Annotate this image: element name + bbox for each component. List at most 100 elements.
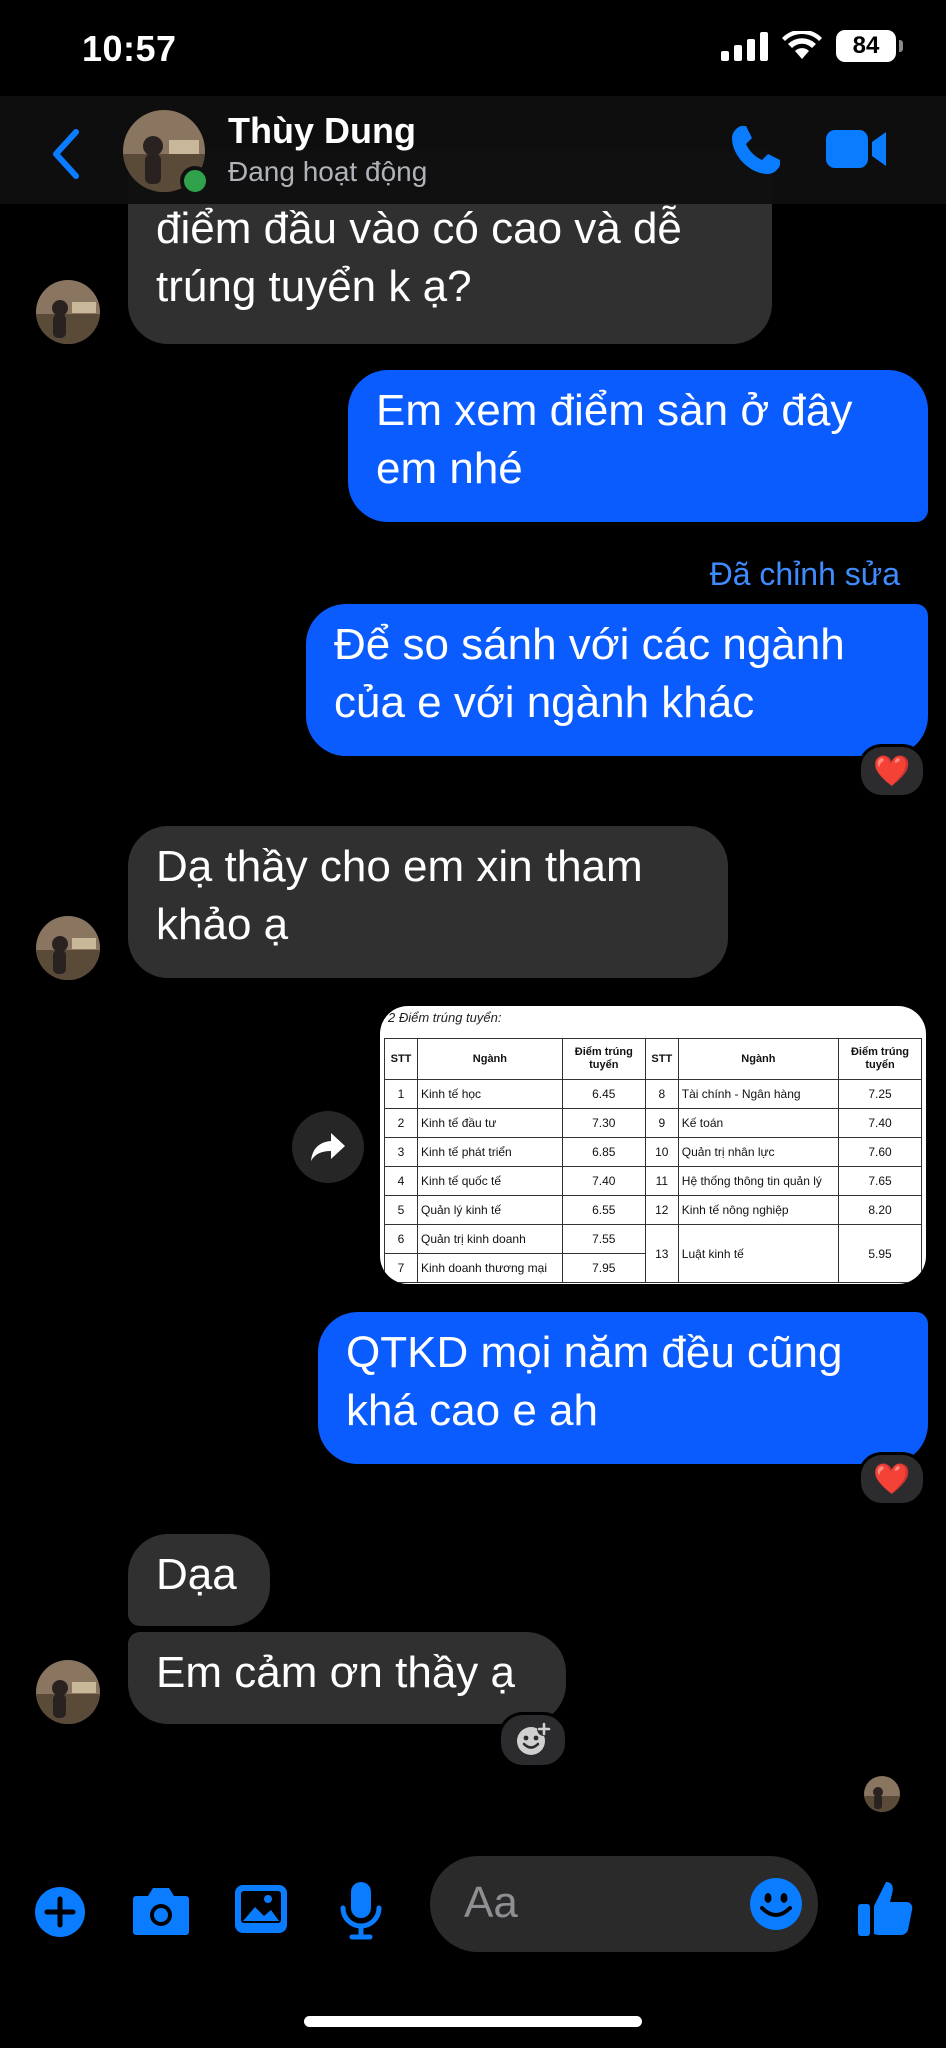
status-indicators: 84 [721,30,903,62]
sender-avatar[interactable] [36,1660,100,1724]
table-cell: 4 [384,1166,418,1196]
outgoing-message[interactable]: Em xem điểm sàn ở đây em nhé [348,370,928,522]
sender-avatar[interactable] [36,280,100,344]
heart-reaction[interactable]: ❤️ [858,744,926,798]
message-line: trúng tuyển k ạ? [156,262,472,311]
message-line: khá cao e ah [346,1386,598,1435]
table-cell: Kinh tế nông nghiệp [677,1195,840,1225]
table-cell: Quản lý kinh tế [417,1195,563,1225]
message-line: Để so sánh với các ngành [334,620,845,669]
home-indicator[interactable] [304,2016,642,2027]
table-caption: 2 Điểm trúng tuyển: [388,1010,502,1025]
phone-icon[interactable] [728,122,784,178]
outgoing-message[interactable]: QTKD mọi năm đều cũng khá cao e ah [318,1312,928,1464]
table-cell: 7.40 [838,1108,922,1138]
table-header-cell: Điểm trúng tuyển [838,1038,922,1080]
messenger-chat-screen: 10:57 84 Thùy Dung Đang hoạt động điểm đ… [0,0,946,2048]
contact-name[interactable]: Thùy Dung [228,110,416,152]
table-cell: 5 [384,1195,418,1225]
sender-avatar[interactable] [36,916,100,980]
table-cell: 7.30 [561,1108,646,1138]
plus-icon[interactable] [34,1886,86,1938]
message-line: khảo ạ [156,900,289,949]
table-cell: 7.55 [561,1224,646,1254]
table-cell: Kinh doanh thương mại [417,1253,563,1283]
table-header-cell: STT [644,1038,679,1080]
outgoing-message[interactable]: Để so sánh với các ngành của e với ngành… [306,604,928,756]
table-cell: 6 [384,1224,418,1254]
incoming-message[interactable]: Dạ thầy cho em xin tham khảo ạ [128,826,728,978]
back-chevron-icon[interactable] [44,124,88,184]
message-line: của e với ngành khác [334,678,755,727]
emoji-icon[interactable] [748,1876,804,1932]
table-cell: Kinh tế học [417,1079,563,1109]
table-row: 1 Kinh tế học 6.45 8 Tài chính - Ngân hà… [384,1079,922,1109]
table-cell: Hệ thống thông tin quản lý [677,1166,840,1196]
message-line: em nhé [376,444,523,493]
incoming-message[interactable]: Em cảm ơn thầy ạ [128,1632,566,1724]
table-cell: 7.60 [838,1137,922,1167]
table-cell: Quản trị kinh doanh [417,1224,563,1254]
score-table: STT Ngành Điểm trúng tuyển STT Ngành Điể… [384,1038,922,1283]
table-cell: 6.85 [561,1137,646,1167]
thumbs-up-icon[interactable] [856,1878,914,1938]
contact-status: Đang hoạt động [228,156,428,187]
message-line: Em cảm ơn thầy ạ [156,1648,515,1697]
table-cell: 7.40 [561,1166,646,1196]
table-cell: 2 [384,1108,418,1138]
share-icon [311,1133,345,1161]
table-header-row: STT Ngành Điểm trúng tuyển STT Ngành Điể… [384,1038,922,1080]
wifi-icon [782,31,822,59]
table-cell: 5.95 [838,1224,922,1283]
table-row: 4 Kinh tế quốc tế 7.40 11 Hệ thống thông… [384,1166,922,1196]
table-header-cell: Điểm trúng tuyển [561,1038,646,1080]
add-reaction-button[interactable] [498,1712,568,1768]
table-cell: 13 [644,1224,679,1283]
status-time: 10:57 [82,28,177,69]
table-cell: 9 [644,1108,679,1138]
table-row: 6 Quản trị kinh doanh 7.55 13 Luật kinh … [384,1224,922,1283]
message-input[interactable]: Aa [430,1856,818,1952]
table-cell: Quản trị nhân lực [677,1137,840,1167]
table-cell: 10 [644,1137,679,1167]
gallery-icon[interactable] [234,1884,288,1934]
online-status-dot [180,166,210,196]
table-cell: Kế toán [677,1108,840,1138]
message-line: QTKD mọi năm đều cũng [346,1328,843,1377]
table-row: 2 Kinh tế đầu tư 7.30 9 Kế toán 7.40 [384,1108,922,1138]
camera-icon[interactable] [132,1884,190,1936]
table-cell: 3 [384,1137,418,1167]
table-header-cell: Ngành [677,1038,840,1080]
shared-image-table[interactable]: 2 Điểm trúng tuyển: STT Ngành Điểm trúng… [380,1006,926,1284]
share-button[interactable] [292,1111,364,1183]
video-camera-icon[interactable] [826,126,888,172]
table-cell: Kinh tế quốc tế [417,1166,563,1196]
table-cell: Kinh tế phát triển [417,1137,563,1167]
table-cell: 6.55 [561,1195,646,1225]
message-line: Dạa [156,1550,237,1599]
microphone-icon[interactable] [340,1882,382,1940]
seen-receipt-avatar [864,1776,900,1812]
heart-reaction[interactable]: ❤️ [858,1452,926,1506]
table-cell: 12 [644,1195,679,1225]
edited-label: Đã chỉnh sửa [709,556,900,592]
message-input-placeholder: Aa [464,1878,518,1927]
table-cell: Luật kinh tế [677,1224,840,1283]
cellular-signal-icon [721,31,768,61]
add-reaction-icon [517,1722,551,1755]
table-cell: Tài chính - Ngân hàng [677,1079,840,1109]
message-line: điểm đầu vào có cao và dễ [156,204,682,253]
battery-indicator: 84 [836,30,903,62]
table-cell: 7.95 [561,1253,646,1283]
table-cell: 7.65 [838,1166,922,1196]
table-cell: 8.20 [838,1195,922,1225]
table-cell: 6.45 [561,1079,646,1109]
table-cell: 7 [384,1253,418,1283]
table-row: 3 Kinh tế phát triển 6.85 10 Quản trị nh… [384,1137,922,1167]
table-cell: 1 [384,1079,418,1109]
incoming-message[interactable]: Dạa [128,1534,270,1626]
table-header-cell: Ngành [417,1038,563,1080]
message-line: Dạ thầy cho em xin tham [156,842,643,891]
table-header-cell: STT [384,1038,418,1080]
table-cell: 8 [644,1079,679,1109]
